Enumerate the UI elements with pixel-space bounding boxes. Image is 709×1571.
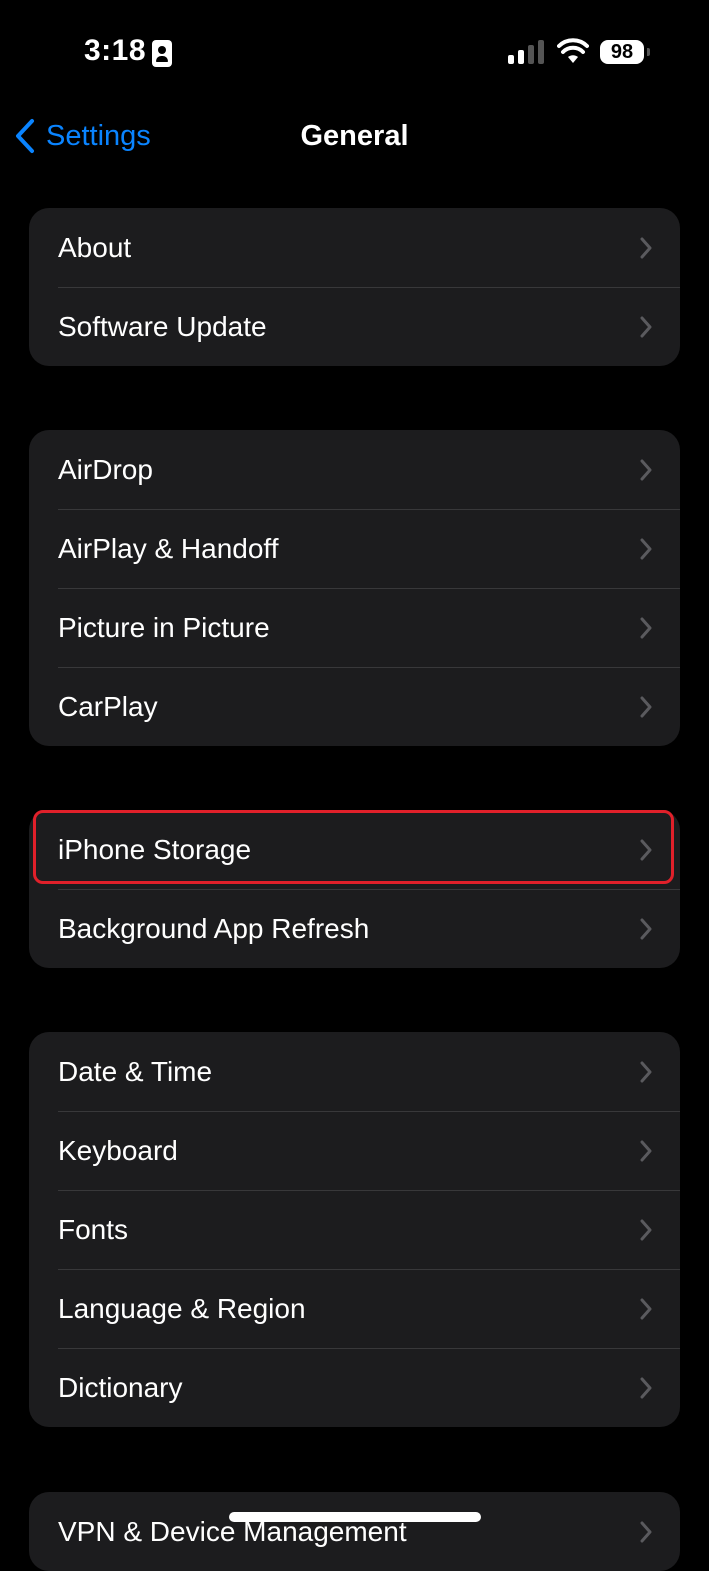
- settings-row-label: Keyboard: [58, 1134, 178, 1166]
- page-title: General: [300, 120, 409, 152]
- settings-row-label: Dictionary: [58, 1371, 183, 1403]
- settings-row-label: AirPlay & Handoff: [58, 532, 279, 564]
- settings-row-date-time[interactable]: Date & Time: [29, 1032, 680, 1111]
- battery-cap: [647, 48, 650, 56]
- settings-row-label: iPhone Storage: [58, 833, 252, 865]
- settings-row-about[interactable]: About: [29, 208, 680, 287]
- settings-row-airplay-handoff[interactable]: AirPlay & Handoff: [29, 509, 680, 588]
- settings-row-dictionary[interactable]: Dictionary: [29, 1348, 680, 1427]
- settings-row-label: CarPlay: [58, 690, 158, 722]
- battery-icon: 98: [600, 40, 644, 64]
- chevron-right-icon: [640, 1140, 652, 1161]
- chevron-right-icon: [640, 538, 652, 559]
- home-indicator[interactable]: [229, 1512, 481, 1522]
- settings-group-4: Date & Time Keyboard Fonts Language & Regio…: [29, 1032, 680, 1427]
- settings-row-label: Date & Time: [58, 1055, 213, 1087]
- settings-row-label: About: [58, 231, 132, 263]
- chevron-right-icon: [640, 1219, 652, 1240]
- settings-row-iphone-storage[interactable]: iPhone Storage: [29, 810, 680, 889]
- settings-group-5: VPN & Device Management: [29, 1492, 680, 1571]
- chevron-right-icon: [640, 617, 652, 638]
- settings-row-language-region[interactable]: Language & Region: [29, 1269, 680, 1348]
- chevron-right-icon: [640, 696, 652, 717]
- settings-row-software-update[interactable]: Software Update: [29, 287, 680, 366]
- settings-row-fonts[interactable]: Fonts: [29, 1190, 680, 1269]
- settings-row-carplay[interactable]: CarPlay: [29, 667, 680, 746]
- settings-row-keyboard[interactable]: Keyboard: [29, 1111, 680, 1190]
- chevron-right-icon: [640, 839, 652, 860]
- settings-row-label: Software Update: [58, 310, 267, 342]
- settings-row-label: Language & Region: [58, 1292, 306, 1324]
- navigation-bar: Settings General: [0, 110, 709, 164]
- settings-group-3: iPhone Storage Background App Refresh: [29, 810, 680, 968]
- chevron-right-icon: [640, 1521, 652, 1542]
- status-time: 3:18: [84, 34, 147, 67]
- chevron-right-icon: [640, 1061, 652, 1082]
- settings-row-label: Picture in Picture: [58, 611, 270, 643]
- cellular-signal-icon: [508, 40, 544, 64]
- chevron-right-icon: [640, 1298, 652, 1319]
- focus-contact-icon: [152, 40, 172, 67]
- settings-row-background-app-refresh[interactable]: Background App Refresh: [29, 889, 680, 968]
- settings-row-label: Fonts: [58, 1213, 129, 1245]
- settings-group-1: About Software Update: [29, 208, 680, 366]
- chevron-right-icon: [640, 918, 652, 939]
- chevron-right-icon: [640, 237, 652, 258]
- settings-row-airdrop[interactable]: AirDrop: [29, 430, 680, 509]
- settings-row-label: Background App Refresh: [58, 912, 370, 944]
- status-bar: 3:18 98: [0, 0, 709, 100]
- wifi-icon: [557, 38, 589, 63]
- settings-group-2: AirDrop AirPlay & Handoff Picture in Pictu…: [29, 430, 680, 746]
- chevron-right-icon: [640, 1377, 652, 1398]
- chevron-right-icon: [640, 316, 652, 337]
- settings-row-picture-in-picture[interactable]: Picture in Picture: [29, 588, 680, 667]
- settings-row-label: AirDrop: [58, 453, 153, 485]
- settings-row-vpn-device-management[interactable]: VPN & Device Management: [29, 1492, 680, 1571]
- chevron-right-icon: [640, 459, 652, 480]
